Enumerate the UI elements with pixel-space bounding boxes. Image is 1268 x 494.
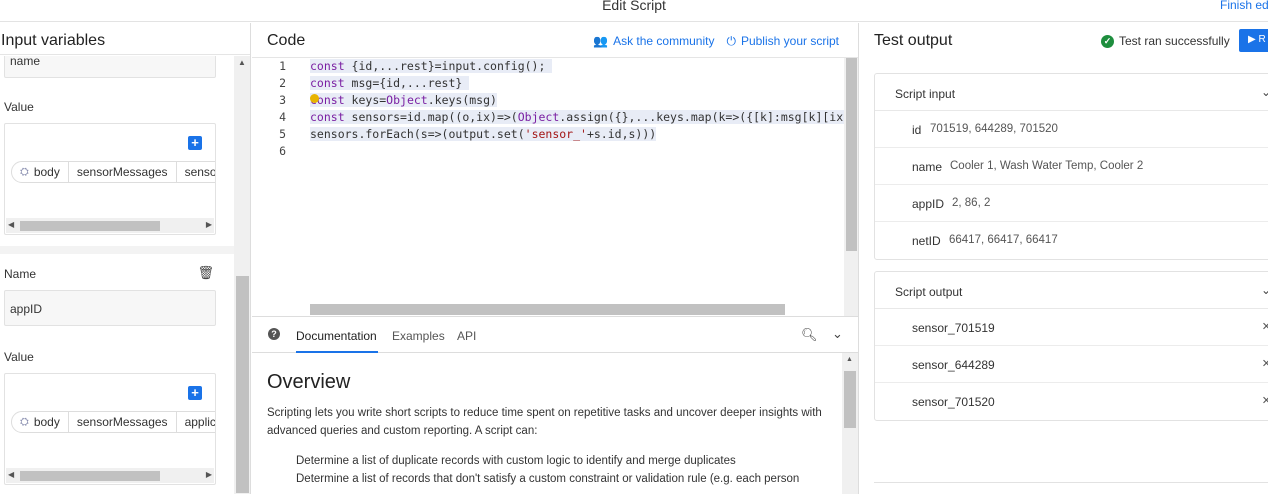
scroll-thumb[interactable] — [844, 371, 856, 428]
chip-sensor-messages[interactable]: sensorMessages — [69, 162, 177, 182]
chip-truncated[interactable]: applic — [177, 412, 215, 432]
list-item: Determine a list of duplicate records wi… — [296, 455, 736, 467]
tab-documentation[interactable]: Documentation — [296, 329, 377, 343]
test-output-panel: Test output ✓ Test ran successfully ▶ R … — [860, 23, 1268, 494]
window-titlebar: Edit Script Finish editing — [0, 0, 1268, 22]
code-line[interactable]: const msg={id,...rest} — [310, 75, 844, 92]
list-item[interactable]: sensor_644289 ✕ — [875, 346, 1268, 383]
window-title: Edit Script — [602, 0, 666, 13]
value-label: Value — [4, 350, 34, 364]
plus-icon[interactable]: + — [188, 136, 202, 150]
value-box: + ⛭ body sensorMessages senso ◀ ▶ — [4, 123, 216, 235]
publish-script-link[interactable]: ⏻ Publish your script — [726, 34, 839, 49]
horizontal-scrollbar[interactable]: ◀ ▶ — [6, 468, 214, 483]
line-gutter: 1 2 3 4 5 6 — [279, 59, 286, 158]
scroll-left-icon[interactable]: ◀ — [8, 220, 14, 229]
chip-truncated[interactable]: senso — [177, 162, 215, 182]
lightbulb-icon[interactable] — [310, 94, 319, 103]
script-input-header[interactable]: Script input ⌄ — [875, 74, 1268, 111]
list-item[interactable]: sensor_701520 ✕ — [875, 383, 1268, 420]
chevron-down-icon[interactable]: ⌄ — [832, 326, 843, 342]
docs-vertical-scrollbar[interactable]: ▲ — [842, 353, 858, 494]
scroll-thumb[interactable] — [20, 471, 160, 481]
vertical-scrollbar[interactable]: ▲ — [234, 56, 250, 494]
code-editor[interactable]: 1 2 3 4 5 6 const {id,...rest}=input.con… — [252, 58, 858, 316]
value-box: + ⛭ body sensorMessages applic ◀ ▶ — [4, 373, 216, 485]
editor-vertical-scrollbar[interactable] — [844, 58, 858, 316]
chip-body[interactable]: ⛭ body — [12, 162, 69, 182]
scroll-up-icon[interactable]: ▲ — [238, 58, 246, 67]
scroll-right-icon[interactable]: ▶ — [206, 470, 212, 479]
tab-api[interactable]: API — [457, 329, 476, 343]
list-item: Determine a list of records that don't s… — [296, 473, 800, 485]
trash-icon[interactable]: 🗑 — [197, 265, 214, 281]
scroll-thumb[interactable] — [20, 221, 160, 231]
variable-name-field[interactable]: name — [4, 56, 216, 78]
tab-examples[interactable]: Examples — [392, 329, 445, 343]
input-variables-panel: Input variables name Value + ⛭ body senso… — [0, 23, 251, 494]
help-icon[interactable]: ? — [268, 328, 280, 340]
code-panel: Code 👥 Ask the community ⏻ Publish your sc… — [252, 23, 859, 494]
chevron-down-icon[interactable]: ⌄ — [1261, 283, 1268, 297]
table-row: appID 2, 86, 2 — [875, 185, 1268, 222]
plus-icon[interactable]: + — [188, 386, 202, 400]
run-button[interactable]: ▶ R — [1239, 29, 1268, 52]
field-path-chips: ⛭ body sensorMessages senso — [11, 161, 215, 183]
script-input-card: Script input ⌄ id 701519, 644289, 701520… — [874, 73, 1268, 260]
cube-icon: ⛭ — [20, 165, 29, 178]
test-output-header: Test output ✓ Test ran successfully ▶ R — [860, 23, 1268, 58]
people-icon: 👥 — [593, 34, 609, 48]
code-line[interactable]: const {id,...rest}=input.config(); — [310, 58, 844, 75]
table-row: id 701519, 644289, 701520 — [875, 111, 1268, 148]
input-variables-title: Input variables — [0, 23, 250, 55]
documentation-content: Overview Scripting lets you write short … — [252, 353, 842, 494]
doc-list: Determine a list of duplicate records wi… — [267, 452, 842, 488]
code-line[interactable] — [310, 143, 844, 160]
doc-heading: Overview — [267, 371, 351, 393]
cube-icon: ⛭ — [20, 415, 29, 428]
search-icon[interactable]: 🔍︎ — [801, 327, 818, 343]
input-variables-list: name Value + ⛭ body sensorMessages senso … — [0, 56, 234, 494]
code-title: Code — [267, 32, 306, 49]
table-row: netID 66417, 66417, 66417 — [912, 234, 1058, 248]
table-row: name Cooler 1, Wash Water Temp, Cooler 2 — [875, 148, 1268, 185]
close-icon[interactable]: ✕ — [1262, 394, 1268, 407]
script-output-card: Script output ⌄ sensor_701519 ✕ sensor_6… — [874, 271, 1268, 421]
code-line[interactable]: const keys=Object.keys(msg) — [310, 92, 844, 109]
scroll-thumb[interactable] — [846, 58, 857, 251]
code-line[interactable]: const sensors=id.map((o,ix)=>(Object.ass… — [310, 109, 857, 126]
variable-name-field[interactable]: appID — [4, 290, 216, 326]
horizontal-scrollbar[interactable]: ◀ ▶ — [6, 218, 214, 233]
list-item[interactable]: sensor_701519 ✕ — [875, 309, 1268, 346]
status-badge: ✓ Test ran successfully — [1101, 34, 1230, 48]
scroll-right-icon[interactable]: ▶ — [206, 220, 212, 229]
field-path-chips: ⛭ body sensorMessages applic — [11, 411, 215, 433]
script-output-header[interactable]: Script output ⌄ — [875, 272, 1268, 309]
divider — [0, 246, 234, 254]
scroll-up-icon[interactable]: ▲ — [846, 356, 853, 363]
check-circle-icon: ✓ — [1101, 34, 1114, 48]
finish-editing-button[interactable]: Finish editing — [1220, 0, 1268, 12]
test-output-title: Test output — [874, 32, 953, 49]
ask-community-link[interactable]: 👥 Ask the community — [593, 34, 714, 49]
code-lines[interactable]: const {id,...rest}=input.config(); const… — [310, 58, 857, 160]
docs-tabbar: ? Documentation Examples API 🔍︎ ⌄ — [252, 316, 858, 353]
chip-body[interactable]: ⛭ body — [12, 412, 69, 432]
value-label: Value — [4, 100, 34, 114]
divider — [874, 482, 1268, 483]
code-line[interactable]: sensors.forEach(s=>(output.set('sensor_'… — [310, 126, 844, 143]
scroll-thumb[interactable] — [236, 276, 249, 493]
chip-sensor-messages[interactable]: sensorMessages — [69, 412, 177, 432]
chevron-down-icon[interactable]: ⌄ — [1261, 85, 1268, 99]
close-icon[interactable]: ✕ — [1262, 357, 1268, 370]
code-header: Code 👥 Ask the community ⏻ Publish your sc… — [252, 23, 858, 58]
editor-horizontal-scrollbar[interactable] — [310, 304, 785, 315]
power-icon: ⏻ — [726, 34, 736, 48]
scroll-left-icon[interactable]: ◀ — [8, 470, 14, 479]
doc-intro: Scripting lets you write short scripts t… — [267, 407, 822, 437]
name-label: Name — [4, 267, 37, 281]
close-icon[interactable]: ✕ — [1262, 320, 1268, 333]
